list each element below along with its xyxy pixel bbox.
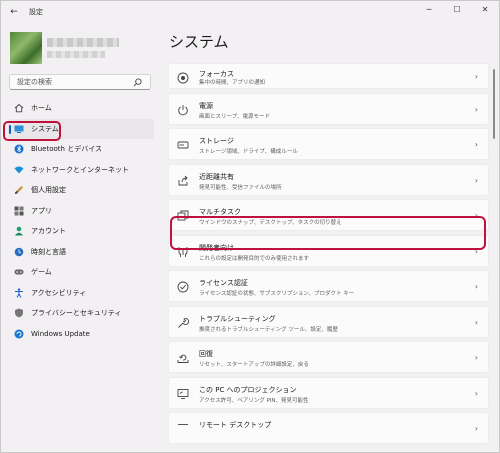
setting-card-activation[interactable]: ライセンス認証 ライセンス認証の状態、サブスクリプション、プロダクト キー › [168, 270, 489, 302]
share-icon [178, 175, 188, 185]
setting-subtitle: ストレージ領域、ドライブ、構成ルール [199, 149, 298, 155]
sidebar-item-apps[interactable]: アプリ [8, 201, 154, 222]
account-name-blurred [47, 38, 119, 47]
focus-icon [177, 72, 189, 84]
sidebar-item-label: ゲーム [31, 268, 52, 277]
setting-card-troubleshoot[interactable]: トラブルシューティング 推奨されるトラブルシューティング ツール、設定、履歴 › [168, 305, 489, 338]
sidebar-item-label: 時刻と言語 [31, 247, 66, 256]
setting-title: ストレージ [199, 137, 234, 145]
setting-title: 電源 [199, 101, 213, 110]
title-bar: ← 設定 ─ ☐ ✕ [1, 1, 499, 23]
chevron-right-icon: › [474, 72, 478, 81]
setting-title: この PC へのプロジェクション [199, 385, 297, 394]
sidebar-item-privacy[interactable]: プライバシーとセキュリティ [8, 303, 154, 324]
sidebar-item-label: Windows Update [31, 329, 90, 338]
sidebar-item-label: プライバシーとセキュリティ [31, 309, 122, 318]
chevron-right-icon: › [474, 317, 478, 327]
setting-card-projection[interactable]: この PC へのプロジェクション アクセス許可、ペアリング PIN、発見可能性 … [168, 376, 489, 409]
scrollbar[interactable] [493, 69, 495, 139]
setting-subtitle: アクセス許可、ペアリング PIN、発見可能性 [199, 397, 309, 404]
chevron-right-icon: › [474, 175, 478, 185]
wifi-icon [14, 165, 24, 175]
wrench-icon [178, 317, 189, 328]
sidebar-item-accounts[interactable]: アカウント [8, 221, 154, 242]
accessibility-icon [14, 288, 24, 298]
setting-title: ライセンス認証 [199, 279, 248, 287]
sidebar-item-windows-update[interactable]: Windows Update [8, 324, 154, 345]
setting-card-remote-desktop[interactable]: リモート デスクトップ › [168, 412, 489, 444]
home-icon [14, 103, 24, 113]
sidebar-item-label: ネットワークとインターネット [31, 165, 129, 174]
sidebar-item-label: Bluetooth とデバイス [31, 145, 102, 154]
chevron-right-icon: › [474, 388, 478, 398]
setting-title: 近距離共有 [199, 172, 234, 181]
setting-title: トラブルシューティング [199, 314, 276, 323]
sidebar-item-bluetooth[interactable]: Bluetooth とデバイス [8, 139, 154, 160]
maximize-icon[interactable]: ☐ [443, 1, 471, 17]
chevron-right-icon: › [474, 282, 478, 291]
setting-card-storage[interactable]: ストレージ ストレージ領域、ドライブ、構成ルール › [168, 128, 489, 160]
setting-subtitle: 推奨されるトラブルシューティング ツール、設定、履歴 [199, 326, 338, 333]
setting-card-focus[interactable]: フォーカス 集中の時間、アプリの通知 › [168, 63, 489, 89]
sidebar-item-label: アクセシビリティ [31, 288, 87, 297]
sidebar-item-gaming[interactable]: ゲーム [8, 262, 154, 283]
sidebar-item-label: ホーム [31, 104, 52, 113]
windows-update-icon [14, 329, 24, 339]
storage-icon [177, 141, 189, 149]
search-icon [133, 78, 142, 87]
chevron-right-icon: › [474, 353, 478, 362]
sidebar-item-label: 個人用設定 [31, 186, 66, 195]
sidebar-item-home[interactable]: ホーム [8, 98, 154, 119]
settings-list: フォーカス 集中の時間、アプリの通知 › 電源 画面とスリープ、電源モード › … [168, 63, 489, 448]
close-icon[interactable]: ✕ [471, 1, 499, 17]
sidebar-item-time-language[interactable]: 時刻と言語 [8, 242, 154, 263]
sidebar-item-network[interactable]: ネットワークとインターネット [8, 160, 154, 181]
setting-card-recovery[interactable]: 回復 リセット、スタートアップの詳細設定、戻る › [168, 341, 489, 373]
gamepad-icon [14, 267, 24, 277]
search-input[interactable] [17, 78, 127, 86]
setting-subtitle: 発見可能性、受信ファイルの場所 [199, 184, 282, 191]
setting-card-nearby-share[interactable]: 近距離共有 発見可能性、受信ファイルの場所 › [168, 163, 489, 196]
setting-subtitle: ライセンス認証の状態、サブスクリプション、プロダクト キー [199, 291, 355, 297]
sidebar-item-label: アプリ [31, 206, 52, 215]
brush-icon [14, 185, 24, 195]
activation-icon [177, 281, 189, 293]
search-box[interactable] [9, 74, 151, 90]
apps-icon [14, 206, 24, 216]
setting-subtitle: 集中の時間、アプリの通知 [199, 80, 266, 86]
multitasking-highlight-box [170, 216, 486, 250]
chevron-right-icon: › [474, 140, 478, 149]
sidebar-item-personalization[interactable]: 個人用設定 [8, 180, 154, 201]
window-title: 設定 [29, 8, 43, 16]
sidebar-item-accessibility[interactable]: アクセシビリティ [8, 283, 154, 304]
setting-subtitle: これらの設定は開発目的でのみ使用されます [199, 255, 310, 262]
page-title: システム [169, 33, 229, 51]
setting-card-power[interactable]: 電源 画面とスリープ、電源モード › [168, 92, 489, 125]
chevron-right-icon: › [474, 424, 478, 433]
recovery-icon [177, 354, 189, 363]
account-email-blurred [47, 51, 105, 58]
system-highlight-box [3, 121, 61, 141]
bluetooth-icon [14, 144, 24, 154]
setting-title: 回復 [199, 350, 213, 358]
chevron-right-icon: › [474, 104, 478, 114]
power-icon [178, 104, 188, 115]
setting-subtitle: リセット、スタートアップの詳細設定、戻る [199, 362, 309, 368]
shield-icon [14, 308, 24, 318]
minimize-icon[interactable]: ─ [415, 1, 443, 17]
setting-subtitle: 画面とスリープ、電源モード [199, 113, 271, 120]
setting-title: リモート デスクトップ [199, 421, 272, 429]
back-arrow-icon[interactable]: ← [7, 5, 21, 19]
sidebar-item-label: アカウント [31, 227, 66, 236]
clock-language-icon [14, 247, 24, 257]
account-icon [14, 226, 24, 236]
projection-icon [177, 388, 189, 399]
window-controls: ─ ☐ ✕ [415, 1, 499, 17]
avatar[interactable] [10, 32, 42, 64]
settings-window: ← 設定 ─ ☐ ✕ ホーム システム [0, 0, 500, 453]
remote-desktop-icon [178, 424, 188, 425]
